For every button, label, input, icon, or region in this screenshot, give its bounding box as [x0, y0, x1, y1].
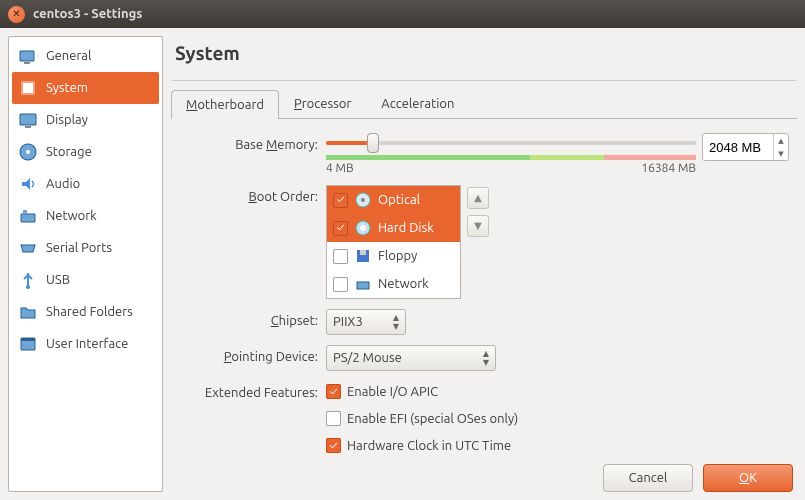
boot-item-harddisk[interactable]: Hard Disk [327, 214, 460, 242]
sidebar-item-general[interactable]: General [12, 40, 159, 72]
ok-button[interactable]: OK [703, 464, 793, 492]
boot-move-down[interactable]: ▼ [467, 215, 489, 237]
boot-item-network[interactable]: Network [327, 270, 460, 298]
efi-label: Enable EFI (special OSes only) [347, 412, 518, 426]
tabs: Motherboard Processor Acceleration [171, 89, 797, 119]
network-icon [18, 206, 38, 226]
boot-label: Floppy [378, 249, 417, 263]
dropdown-icon: ▲▼ [483, 349, 489, 367]
sidebar-label: General [46, 49, 91, 63]
utc-label: Hardware Clock in UTC Time [347, 439, 511, 453]
boot-item-optical[interactable]: Optical [327, 186, 460, 214]
main-panel: System Motherboard Processor Acceleratio… [171, 36, 797, 492]
storage-icon [18, 142, 38, 162]
sidebar-label: Shared Folders [46, 305, 133, 319]
tab-acceleration[interactable]: Acceleration [366, 89, 469, 118]
serial-icon [18, 238, 38, 258]
ioapic-checkbox[interactable] [326, 384, 341, 399]
sidebar-item-storage[interactable]: Storage [12, 136, 159, 168]
pointing-value: PS/2 Mouse [333, 351, 402, 365]
sidebar-item-usb[interactable]: USB [12, 264, 159, 296]
settings-sidebar: General System Display Storage Audio Net… [8, 36, 163, 492]
boot-check-optical[interactable] [333, 193, 348, 208]
pointing-select[interactable]: PS/2 Mouse ▲▼ [326, 345, 496, 371]
ioapic-label: Enable I/O APIC [347, 385, 438, 399]
close-icon: ✕ [12, 8, 20, 20]
boot-label: Optical [378, 193, 420, 207]
sidebar-item-audio[interactable]: Audio [12, 168, 159, 200]
memory-input[interactable] [703, 136, 773, 159]
sidebar-item-network[interactable]: Network [12, 200, 159, 232]
dropdown-icon: ▲▼ [393, 313, 399, 331]
chipset-value: PIIX3 [333, 315, 363, 329]
sidebar-item-userinterface[interactable]: User Interface [12, 328, 159, 360]
network-boot-icon [354, 275, 372, 293]
window-title: centos3 - Settings [33, 7, 142, 21]
features-label: Extended Features: [171, 381, 326, 400]
sidebar-label: User Interface [46, 337, 128, 351]
sidebar-item-system[interactable]: System [12, 72, 159, 104]
efi-checkbox[interactable] [326, 411, 341, 426]
audio-icon [18, 174, 38, 194]
dialog-footer: Cancel OK [603, 464, 793, 492]
slider-thumb[interactable] [367, 133, 379, 153]
memory-spin-up[interactable]: ▲ [774, 134, 788, 147]
boot-check-harddisk[interactable] [333, 221, 348, 236]
boot-move-up[interactable]: ▲ [467, 187, 489, 209]
close-button[interactable]: ✕ [8, 6, 25, 23]
arrow-down-icon: ▼ [474, 220, 482, 232]
boot-check-floppy[interactable] [333, 249, 348, 264]
system-icon [18, 78, 38, 98]
sidebar-label: System [46, 81, 88, 95]
sidebar-label: Audio [46, 177, 80, 191]
titlebar: ✕ centos3 - Settings [0, 0, 805, 28]
pointing-label: Pointing Device: [171, 345, 326, 364]
tab-processor[interactable]: Processor [279, 89, 366, 118]
boot-label: Boot Order: [171, 185, 326, 204]
boot-label: Hard Disk [378, 221, 434, 235]
sidebar-label: Storage [46, 145, 92, 159]
memory-min: 4 MB [326, 162, 354, 175]
chipset-select[interactable]: PIIX3 ▲▼ [326, 309, 406, 335]
sidebar-item-serialports[interactable]: Serial Ports [12, 232, 159, 264]
folder-icon [18, 302, 38, 322]
boot-check-network[interactable] [333, 277, 348, 292]
page-title: System [171, 36, 797, 81]
sidebar-label: USB [46, 273, 70, 287]
memory-label: Base Memory: [171, 133, 326, 152]
sidebar-label: Serial Ports [46, 241, 112, 255]
general-icon [18, 46, 38, 66]
boot-order-list[interactable]: Optical Hard Disk Floppy [326, 185, 461, 299]
memory-value-field[interactable]: ▲ ▼ [702, 133, 789, 161]
tab-motherboard[interactable]: Motherboard [171, 90, 279, 119]
floppy-icon [354, 247, 372, 265]
usb-icon [18, 270, 38, 290]
display-icon [18, 110, 38, 130]
harddisk-icon [354, 219, 372, 237]
memory-slider[interactable] [326, 133, 696, 153]
arrow-up-icon: ▲ [474, 192, 482, 204]
sidebar-label: Display [46, 113, 88, 127]
utc-checkbox[interactable] [326, 438, 341, 453]
boot-item-floppy[interactable]: Floppy [327, 242, 460, 270]
memory-max: 16384 MB [641, 162, 696, 175]
chipset-label: Chipset: [171, 309, 326, 328]
optical-icon [354, 191, 372, 209]
memory-spin-down[interactable]: ▼ [774, 147, 788, 160]
sidebar-label: Network [46, 209, 97, 223]
boot-label: Network [378, 277, 429, 291]
ui-icon [18, 334, 38, 354]
cancel-button[interactable]: Cancel [603, 464, 693, 492]
sidebar-item-display[interactable]: Display [12, 104, 159, 136]
sidebar-item-sharedfolders[interactable]: Shared Folders [12, 296, 159, 328]
